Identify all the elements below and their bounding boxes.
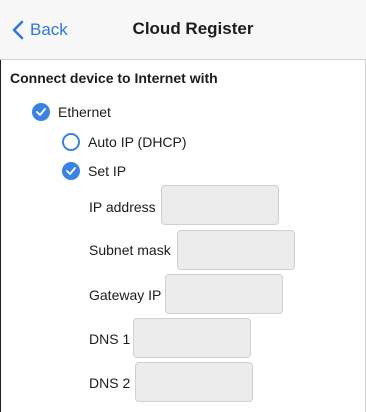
auto-ip-option[interactable]: Auto IP (DHCP) bbox=[62, 133, 187, 151]
dns1-label: DNS 1 bbox=[89, 331, 131, 347]
empty-circle-icon bbox=[62, 133, 80, 151]
subnet-mask-label: Subnet mask bbox=[89, 242, 171, 258]
ip-address-label: IP address bbox=[89, 199, 156, 215]
subnet-mask-input[interactable] bbox=[177, 230, 295, 270]
gateway-ip-input[interactable] bbox=[165, 274, 283, 314]
page-title: Cloud Register bbox=[132, 19, 254, 38]
dns1-input[interactable] bbox=[133, 318, 251, 358]
dns2-label: DNS 2 bbox=[89, 375, 131, 391]
dns2-input[interactable] bbox=[135, 362, 253, 402]
set-ip-label: Set IP bbox=[88, 163, 127, 179]
navigation-bar: Back Cloud Register bbox=[0, 0, 366, 60]
gateway-ip-label: Gateway IP bbox=[89, 287, 162, 303]
section-title: Connect device to Internet with bbox=[10, 70, 218, 86]
set-ip-option[interactable]: Set IP bbox=[62, 162, 126, 180]
checkmark-circle-icon bbox=[32, 103, 50, 121]
ethernet-option[interactable]: Ethernet bbox=[32, 103, 111, 121]
auto-ip-label: Auto IP (DHCP) bbox=[88, 134, 187, 150]
window-left-edge bbox=[0, 0, 1, 412]
ip-address-input[interactable] bbox=[161, 185, 279, 225]
ethernet-label: Ethernet bbox=[58, 104, 111, 120]
checkmark-circle-icon bbox=[62, 162, 80, 180]
